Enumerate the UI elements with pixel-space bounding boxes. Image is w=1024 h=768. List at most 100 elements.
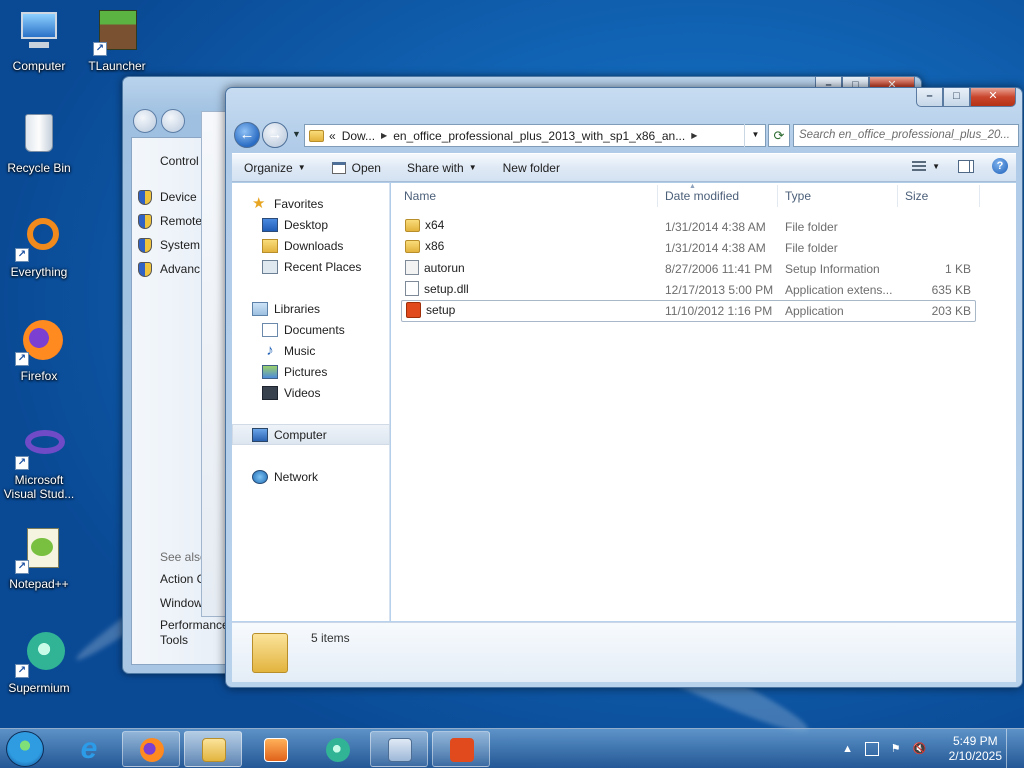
column-header-date[interactable]: Date modified	[665, 189, 739, 203]
downloads-folder-icon	[262, 238, 278, 253]
nav-label: Videos	[284, 385, 321, 400]
view-options-chevron-icon[interactable]: ▼	[932, 162, 940, 171]
column-divider[interactable]	[777, 185, 778, 207]
back-button[interactable]: ←	[234, 122, 260, 148]
refresh-button[interactable]: ⟳	[768, 124, 790, 147]
nav-favorites[interactable]: ★ Favorites	[232, 193, 390, 214]
link-remote-settings[interactable]: Remote	[160, 214, 202, 228]
shield-icon	[138, 214, 152, 229]
column-divider[interactable]	[979, 185, 980, 207]
taskbar-media-player[interactable]	[246, 731, 304, 767]
organize-menu[interactable]: Organize ▼	[244, 161, 306, 175]
change-view-icon[interactable]	[912, 160, 927, 172]
action-center-flag-icon[interactable]: ⚑	[889, 742, 903, 756]
column-header-type[interactable]: Type	[785, 189, 811, 203]
file-type: Setup Information	[785, 262, 880, 276]
nav-desktop[interactable]: Desktop	[232, 214, 390, 235]
navigation-pane: ★ Favorites Desktop Downloads Recent Pla…	[232, 183, 390, 621]
taskbar-file-explorer[interactable]	[184, 731, 242, 767]
explorer-window[interactable]: – □ ✕ ← → ▼ « Dow... ▶ en_office_profess…	[225, 87, 1023, 688]
desktop-icon-label: TLauncher	[88, 59, 146, 73]
file-row[interactable]: x86 1/31/2014 4:38 AM File folder	[401, 238, 976, 258]
maximize-button[interactable]: □	[943, 88, 970, 107]
link-windows-update[interactable]: Window	[160, 596, 203, 610]
search-input[interactable]: Search en_office_professional_plus_20...	[793, 124, 1019, 147]
shield-icon	[138, 190, 152, 205]
nav-music[interactable]: ♪ Music	[232, 340, 390, 361]
recent-pages-dropdown[interactable]: ▼	[292, 129, 301, 139]
nav-downloads[interactable]: Downloads	[232, 235, 390, 256]
breadcrumb-current-folder[interactable]: en_office_professional_plus_2013_with_sp…	[393, 129, 685, 143]
desktop-icon-tlauncher[interactable]: ↗ TLauncher	[78, 8, 156, 73]
file-row[interactable]: setup.dll 12/17/2013 5:00 PM Application…	[401, 280, 976, 300]
taskbar-firefox[interactable]	[122, 731, 180, 767]
nav-pictures[interactable]: Pictures	[232, 361, 390, 382]
close-button[interactable]: ✕	[970, 88, 1016, 107]
column-header-name[interactable]: Name	[404, 189, 436, 203]
file-name: x64	[425, 218, 445, 232]
breadcrumb-separator-icon[interactable]: ▶	[381, 131, 387, 140]
back-button[interactable]	[133, 109, 157, 133]
supermium-icon	[326, 738, 350, 762]
libraries-icon	[252, 301, 268, 316]
music-icon: ♪	[266, 341, 274, 359]
nav-computer[interactable]: Computer	[232, 424, 390, 445]
open-button[interactable]: Open	[331, 160, 381, 175]
desktop-icon-recycle-bin[interactable]: Recycle Bin	[0, 110, 78, 175]
address-bar[interactable]: « Dow... ▶ en_office_professional_plus_2…	[304, 124, 766, 147]
start-button[interactable]	[6, 731, 44, 767]
link-advanced-settings[interactable]: Advanc	[160, 262, 200, 276]
media-player-icon	[264, 738, 288, 762]
clock[interactable]: 5:49 PM 2/10/2025	[949, 734, 1002, 764]
setup-info-icon	[405, 260, 419, 275]
share-with-menu[interactable]: Share with ▼	[407, 161, 477, 175]
desktop-icon-label: Everything	[10, 265, 68, 279]
desktop-icon-everything[interactable]: ↗ Everything	[0, 214, 78, 279]
internet-explorer-icon[interactable]: e	[72, 733, 106, 765]
new-folder-button[interactable]: New folder	[503, 161, 560, 175]
tlauncher-icon: ↗	[93, 8, 141, 56]
breadcrumb-overflow[interactable]: «	[329, 129, 336, 143]
taskbar-control-panel[interactable]	[370, 731, 428, 767]
desktop-icon-supermium[interactable]: ↗ Supermium	[0, 630, 78, 695]
link-action-center[interactable]: Action C	[160, 572, 205, 586]
column-divider[interactable]	[657, 185, 658, 207]
minimize-button[interactable]: –	[916, 88, 943, 107]
desktop-icon-firefox[interactable]: ↗ Firefox	[0, 318, 78, 383]
link-performance-info[interactable]: Performance	[160, 618, 229, 632]
desktop-icon-visual-studio[interactable]: ↗ Microsoft Visual Stud...	[0, 422, 78, 501]
open-label: Open	[351, 160, 381, 175]
link-device-manager[interactable]: Device I	[160, 190, 203, 204]
clock-date: 2/10/2025	[948, 749, 1002, 763]
desktop-icon-computer[interactable]: Computer	[0, 8, 78, 73]
show-desktop-button[interactable]	[1006, 729, 1016, 768]
nav-videos[interactable]: Videos	[232, 382, 390, 403]
nav-libraries[interactable]: Libraries	[232, 298, 390, 319]
forward-button[interactable]: →	[262, 122, 288, 148]
file-row[interactable]: autorun 8/27/2006 11:41 PM Setup Informa…	[401, 259, 976, 279]
star-icon: ★	[252, 194, 266, 212]
column-divider[interactable]	[897, 185, 898, 207]
show-hidden-icons-icon[interactable]: ▲	[841, 742, 855, 756]
link-system-protection[interactable]: System	[160, 238, 200, 252]
column-header-size[interactable]: Size	[905, 189, 928, 203]
file-row[interactable]: x64 1/31/2014 4:38 AM File folder	[401, 217, 976, 237]
navigation-bar: ← → ▼ « Dow... ▶ en_office_professional_…	[232, 122, 1019, 150]
firefox-icon	[140, 738, 164, 762]
network-status-icon[interactable]	[864, 742, 879, 756]
address-dropdown-button[interactable]: ▼	[744, 124, 766, 147]
breadcrumb-separator-icon[interactable]: ▶	[691, 131, 697, 140]
link-performance-tools[interactable]: Tools	[160, 633, 188, 647]
breadcrumb-downloads[interactable]: Dow...	[342, 129, 375, 143]
preview-pane-icon[interactable]	[958, 159, 974, 173]
desktop-icon-notepadpp[interactable]: ↗ Notepad++	[0, 526, 78, 591]
volume-muted-icon[interactable]: 🔇	[913, 742, 927, 756]
nav-network[interactable]: Network	[232, 466, 390, 487]
file-row-selected[interactable]: setup 11/10/2012 1:16 PM Application 203…	[401, 300, 976, 322]
nav-recent-places[interactable]: Recent Places	[232, 256, 390, 277]
nav-documents[interactable]: Documents	[232, 319, 390, 340]
forward-button[interactable]	[161, 109, 185, 133]
help-icon[interactable]: ?	[992, 158, 1008, 174]
taskbar-office-setup[interactable]	[432, 731, 490, 767]
taskbar-supermium[interactable]	[308, 731, 366, 767]
